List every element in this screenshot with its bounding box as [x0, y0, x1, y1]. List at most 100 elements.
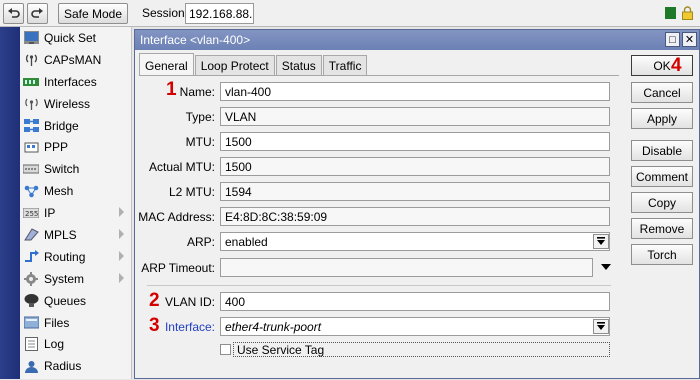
arp-select[interactable]: enabled: [220, 232, 610, 251]
maximize-icon: □: [669, 33, 676, 46]
ip-icon: 255: [23, 206, 39, 220]
name-field[interactable]: vlan-400: [220, 82, 610, 101]
sidebar-item-files[interactable]: Files: [20, 312, 131, 334]
service-tag-checkbox[interactable]: [220, 344, 231, 355]
interface-select[interactable]: ether4-trunk-poort: [220, 317, 610, 336]
vlan-id-field[interactable]: 400: [220, 292, 610, 311]
quick-set-icon: [23, 31, 39, 45]
sidebar-item-label: PPP: [44, 140, 69, 155]
arp-timeout-label: ARP Timeout:: [141, 261, 215, 275]
log-icon: [23, 337, 39, 352]
mac-address-row: MAC Address: E4:8D:8C:38:59:09: [138, 207, 619, 227]
dialog-titlebar: Interface <vlan-400> □ ✕: [135, 30, 699, 50]
sidebar-item-label: Routing: [44, 249, 86, 264]
interfaces-icon: [23, 75, 39, 89]
close-button[interactable]: ✕: [682, 32, 697, 47]
sidebar-item-ppp[interactable]: PPP: [20, 136, 131, 158]
tab-traffic[interactable]: Traffic: [322, 55, 368, 75]
sidebar-item-label: MPLS: [44, 227, 77, 242]
ok-button[interactable]: OK: [631, 55, 693, 76]
interface-dropdown-button[interactable]: [593, 319, 609, 334]
l2-mtu-field: 1594: [220, 182, 610, 201]
remove-label: Remove: [639, 221, 685, 236]
service-tag-row: Use Service Tag: [139, 341, 619, 361]
arp-dropdown-button[interactable]: [593, 234, 609, 249]
session-field[interactable]: 192.168.88.1: [185, 3, 254, 24]
redo-icon: [31, 7, 43, 18]
safe-mode-button[interactable]: Safe Mode: [58, 3, 128, 24]
sidebar-item-label: CAPsMAN: [44, 52, 102, 67]
cancel-label: Cancel: [643, 85, 681, 100]
undo-button[interactable]: [3, 3, 24, 24]
sidebar-item-bridge[interactable]: Bridge: [20, 115, 131, 137]
torch-button[interactable]: Torch: [631, 244, 693, 265]
comment-label: Comment: [635, 169, 688, 184]
tab-general[interactable]: General: [139, 53, 194, 75]
sidebar-item-label: Switch: [44, 162, 80, 177]
arp-row: ARP: enabled: [139, 232, 619, 252]
cancel-button[interactable]: Cancel: [631, 82, 693, 103]
sidebar-item-quick-set[interactable]: Quick Set: [20, 27, 131, 49]
mesh-icon: [23, 184, 39, 198]
arp-timeout-row: ARP Timeout:: [139, 258, 619, 278]
arp-value: enabled: [225, 235, 268, 249]
system-icon: [23, 271, 39, 286]
dialog-tabs: General Loop Protect Status Traffic: [139, 53, 368, 75]
sidebar-item-ip[interactable]: 255 IP: [20, 202, 131, 224]
sidebar-item-radius[interactable]: Radius: [20, 355, 131, 377]
disable-label: Disable: [641, 143, 683, 158]
apply-button[interactable]: Apply: [631, 108, 693, 129]
mtu-field[interactable]: 1500: [220, 132, 610, 151]
sidebar-item-label: Bridge: [44, 118, 79, 133]
tab-status[interactable]: Status: [275, 55, 322, 75]
sidebar-item-wireless[interactable]: Wireless: [20, 93, 131, 115]
sidebar-item-mpls[interactable]: MPLS: [20, 224, 131, 246]
session-label: Session:: [142, 6, 189, 20]
winbox-side-strip: [0, 27, 20, 379]
sidebar-item-routing[interactable]: Routing: [20, 246, 131, 268]
arp-timeout-field[interactable]: [220, 258, 593, 277]
redo-button[interactable]: [27, 3, 48, 24]
vlan-id-row: VLAN ID: 400: [139, 292, 619, 312]
section-divider: [147, 285, 611, 286]
sidebar-item-label: Queues: [44, 293, 87, 308]
sidebar-item-switch[interactable]: Switch: [20, 158, 131, 180]
comment-button[interactable]: Comment: [631, 166, 693, 187]
l2-mtu-row: L2 MTU: 1594: [139, 182, 619, 202]
dialog-title: Interface <vlan-400>: [140, 33, 251, 47]
routing-icon: [23, 250, 39, 264]
mtu-label: MTU:: [185, 135, 215, 149]
torch-label: Torch: [647, 247, 677, 262]
sidebar-item-label: Interfaces: [44, 74, 97, 89]
sidebar-item-interfaces[interactable]: Interfaces: [20, 71, 131, 93]
disable-button[interactable]: Disable: [631, 140, 693, 161]
interface-label[interactable]: Interface:: [165, 320, 215, 334]
remove-button[interactable]: Remove: [631, 218, 693, 239]
submenu-arrow-icon: [119, 272, 124, 283]
tab-loop-protect[interactable]: Loop Protect: [194, 55, 275, 75]
dropdown-arrow-icon: [597, 237, 605, 245]
copy-button[interactable]: Copy: [631, 192, 693, 213]
sidebar-item-system[interactable]: System: [20, 268, 131, 290]
expand-arrow-icon[interactable]: [601, 264, 611, 271]
service-tag-label[interactable]: Use Service Tag: [233, 342, 610, 357]
wireless-icon: [23, 97, 39, 111]
sidebar-item-queues[interactable]: Queues: [20, 290, 131, 312]
sidebar-menu: Quick Set CAPsMAN Interfaces Wireless Bridge…: [20, 27, 132, 379]
mpls-icon: [23, 228, 39, 242]
interface-row: Interface: ether4-trunk-poort: [139, 317, 619, 337]
mtu-row: MTU: 1500: [139, 132, 619, 152]
maximize-button[interactable]: □: [665, 32, 680, 47]
sidebar-item-capsman[interactable]: CAPsMAN: [20, 49, 131, 71]
type-field: VLAN: [220, 107, 610, 126]
submenu-arrow-icon: [119, 207, 124, 218]
mac-address-label: MAC Address:: [138, 210, 215, 224]
ppp-icon: [23, 140, 39, 154]
sidebar-item-label: Quick Set: [44, 30, 97, 45]
sidebar-item-mesh[interactable]: Mesh: [20, 180, 131, 202]
sidebar-item-log[interactable]: Log: [20, 333, 131, 355]
vlan-id-label: VLAN ID:: [164, 295, 215, 309]
switch-icon: [23, 162, 39, 176]
sidebar-item-label: System: [44, 271, 85, 286]
sidebar-item-label: Mesh: [44, 184, 74, 199]
